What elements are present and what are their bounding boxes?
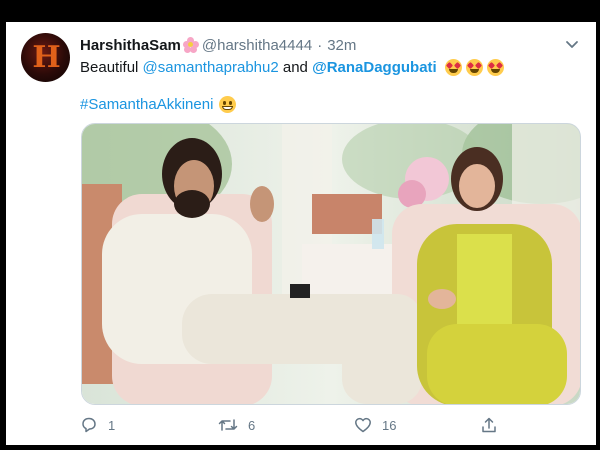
avatar-logo: H xyxy=(32,40,60,75)
tweet-photo[interactable] xyxy=(81,123,581,405)
tweet-text-prefix: Beautiful xyxy=(80,58,139,76)
retweet-action[interactable]: 6 xyxy=(218,414,255,436)
tweet-timestamp[interactable]: 32m xyxy=(327,37,356,54)
heart-eyes-emoji xyxy=(444,58,462,76)
like-count: 16 xyxy=(382,417,397,433)
tweet-card[interactable]: H HarshithaSam @harshitha4444 · 32m Beau… xyxy=(6,22,596,445)
cherry-blossom-icon xyxy=(182,37,199,53)
mention-samanthaprabhu2[interactable]: @samanthaprabhu2 xyxy=(143,59,279,76)
heart-icon xyxy=(355,417,371,433)
separator-dot: · xyxy=(317,36,323,54)
share-icon xyxy=(482,417,496,433)
retweet-count: 6 xyxy=(248,417,256,433)
reply-icon xyxy=(82,417,96,433)
hashtag-samanthaakkineni[interactable]: #SamanthaAkkineni xyxy=(80,96,213,113)
share-action[interactable] xyxy=(480,414,508,436)
tweet-header: HarshithaSam @harshitha4444 · 32m xyxy=(80,35,356,55)
chevron-down-icon[interactable] xyxy=(564,36,580,52)
user-handle[interactable]: @harshitha4444 xyxy=(202,37,312,54)
like-action[interactable]: 16 xyxy=(354,414,396,436)
heart-eyes-emoji xyxy=(486,58,504,76)
mention-ranadaggubati[interactable]: @RanaDaggubati xyxy=(312,59,437,76)
tweet-hashtag-line: #SamanthaAkkineni xyxy=(80,93,237,115)
tweet-actions: 1 6 16 xyxy=(80,414,520,436)
reply-action[interactable]: 1 xyxy=(80,414,115,436)
retweet-icon xyxy=(218,419,238,431)
photo-illustration xyxy=(82,124,580,404)
reply-count: 1 xyxy=(108,417,116,433)
display-name[interactable]: HarshithaSam xyxy=(80,37,181,54)
tweet-text-mid: and xyxy=(282,58,308,76)
grinning-emoji xyxy=(219,95,237,113)
avatar[interactable]: H xyxy=(21,33,70,82)
tweet-text: Beautiful @samanthaprabhu2 and @RanaDagg… xyxy=(80,56,504,78)
heart-eyes-emoji xyxy=(465,58,483,76)
